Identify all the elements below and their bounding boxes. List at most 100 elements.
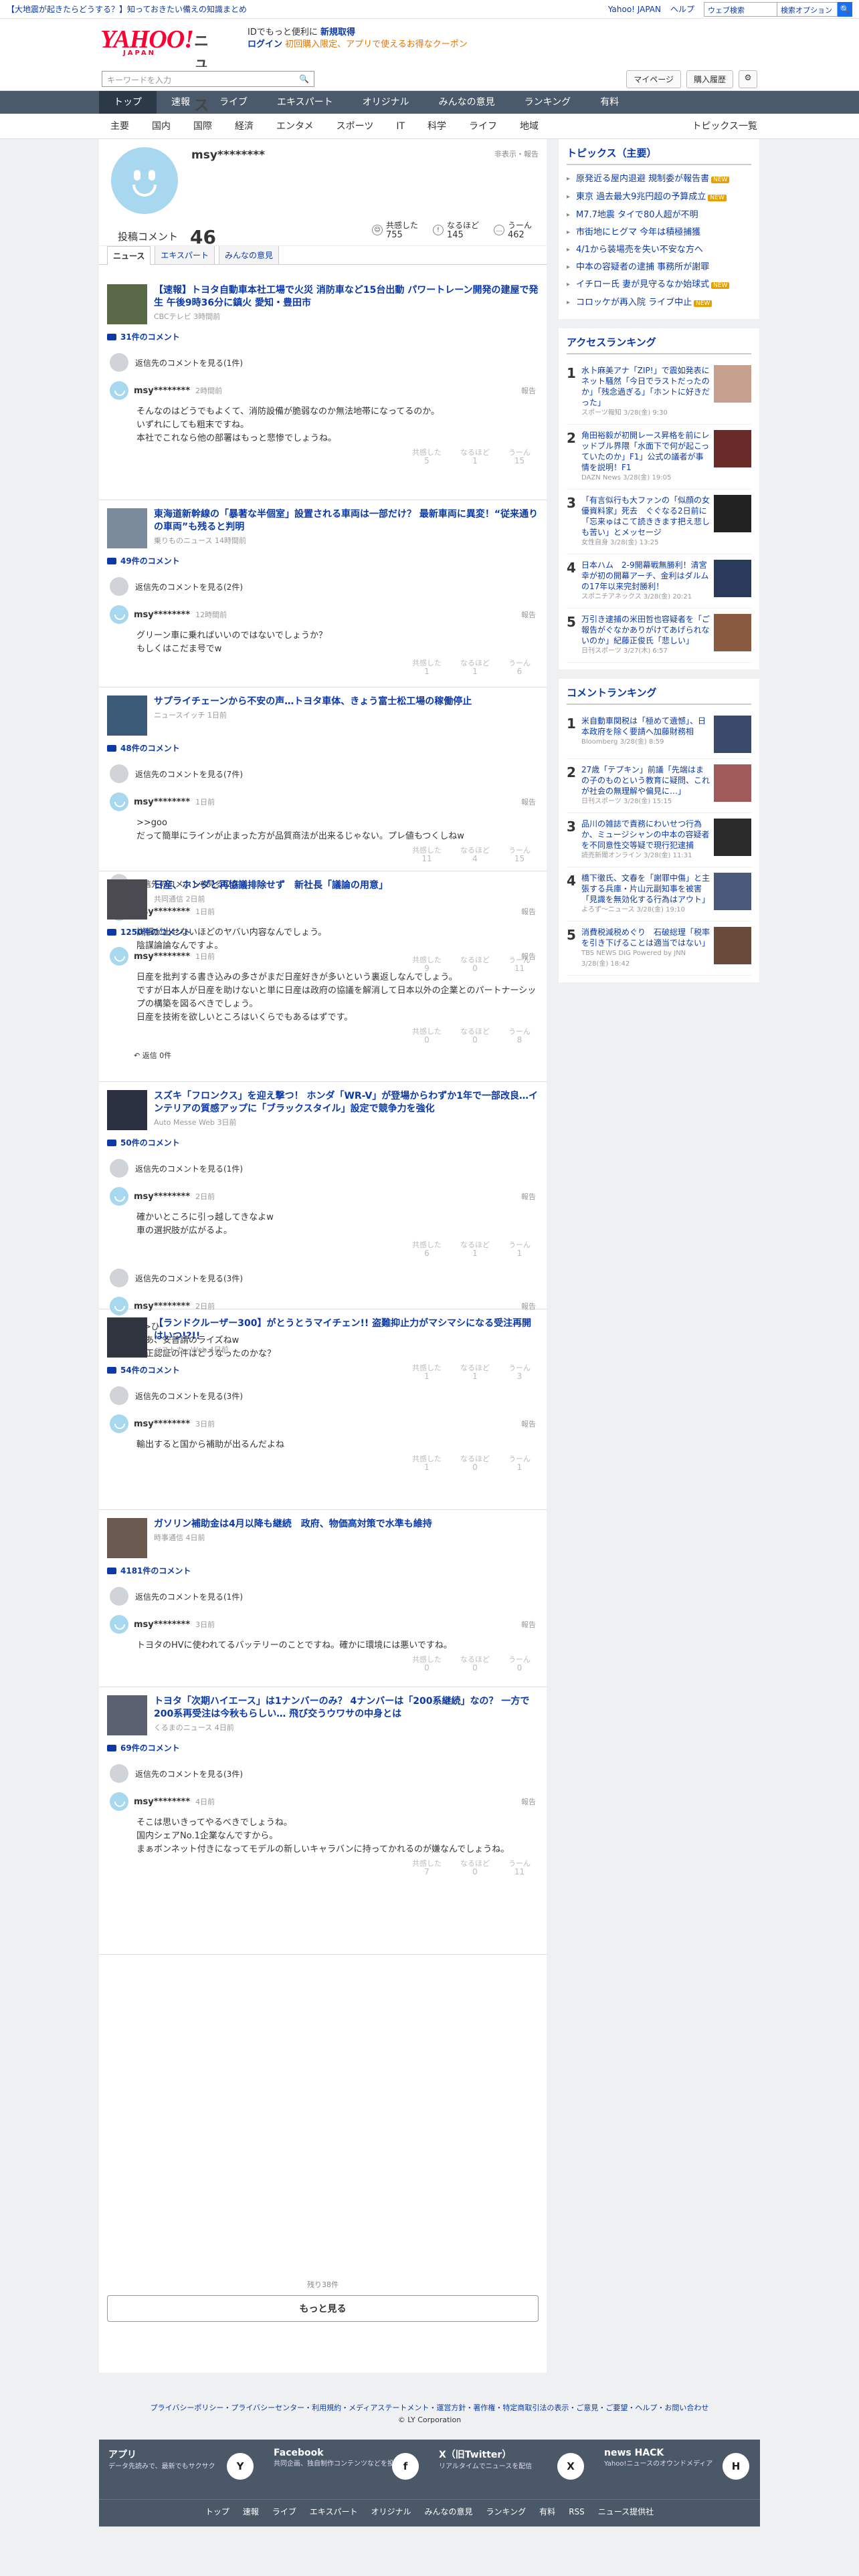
topic-item[interactable]: 4/1から装場売を失い不安な方へ [567, 241, 751, 259]
comment-count-link[interactable]: 54件のコメント [107, 1364, 539, 1376]
report-link[interactable]: 報告 [521, 1796, 536, 1807]
reaction-button[interactable]: 共感した 0 [412, 1655, 442, 1673]
article-link[interactable]: ガソリン補助金は4月以降も継続 政府、物価高対策で水準も維持 時事通信 4日前 [107, 1518, 539, 1558]
report-link[interactable]: 報告 [521, 951, 536, 962]
topic-item[interactable]: 東京 過去最大9兆円超の予算成立NEW [567, 189, 751, 207]
tab-opinion[interactable]: みんなの意見 [219, 245, 280, 264]
search-option-link[interactable]: 検索オプション [777, 1, 838, 17]
footer-link[interactable]: みんなの意見 [425, 2500, 473, 2524]
tab-news[interactable]: ニュース [107, 246, 151, 265]
comment-count-link[interactable]: 50件のコメント [107, 1137, 539, 1148]
reaction-button[interactable]: うーん 11 [508, 1859, 531, 1876]
footer-link[interactable]: 速報 [243, 2500, 259, 2524]
parent-comment-link[interactable]: 返信先のコメントを見る(2件) [107, 577, 539, 596]
comment-count-link[interactable]: 4181件のコメント [107, 1565, 539, 1576]
reaction-button[interactable]: なるほど 0 [460, 1455, 490, 1472]
promo-link[interactable]: 【大地震が起きたらどうする？】知っておきたい備えの知識まとめ [7, 3, 247, 15]
report-link[interactable]: 報告 [521, 1191, 536, 1202]
footer-link[interactable]: エキスパート [310, 2500, 358, 2524]
ranking-item[interactable]: 4 日本ハム 2-9開幕戦無勝利！清宮幸が初の開幕アーチ、金利はダルムの17年以来… [567, 554, 751, 609]
footer-link[interactable]: ランキング [486, 2500, 527, 2524]
reaction-button[interactable]: 共感した 1 [412, 1455, 442, 1472]
article-link[interactable]: サプライチェーンから不安の声…トヨタ車体、きょう富士松工場の稼働停止 ニュースイッ… [107, 695, 539, 736]
reaction-button[interactable]: なるほど 1 [460, 448, 490, 465]
gnav-top[interactable]: トップ [99, 91, 157, 114]
article-link[interactable]: 【ランドクルーザー300】がとうとうマイチェン!! 盗難抑止力がマシマシになる受… [107, 1317, 539, 1358]
comment-count-link[interactable]: 69件のコメント [107, 1742, 539, 1753]
article-title[interactable]: スズキ「フロンクス」を迎え撃つ！ ホンダ「WR-V」が登場からわずか1年で一部改… [154, 1090, 539, 1115]
gnav-live[interactable]: ライブ [205, 91, 262, 114]
article-title[interactable]: 東海道新幹線の「暴著な半個室」設置される車両は一部だけ？ 最新車両に異変！“従来… [154, 508, 539, 534]
footer-app[interactable]: Facebook 共同企画、独自制作コンテンツなどを投稿 f [264, 2440, 430, 2499]
parent-comment-link[interactable]: 返信先のコメントを見る(7件) [107, 764, 539, 783]
report-link[interactable]: 報告 [521, 609, 536, 620]
ranking-item[interactable]: 5 消費税減税めぐり 石破総理「税率を引き下げることは適当ではない」 TBS NEW… [567, 922, 751, 976]
login-link[interactable]: ログイン [248, 39, 282, 49]
footer-link[interactable]: 有料 [539, 2500, 555, 2524]
reaction-button[interactable]: うーん 0 [508, 1655, 531, 1673]
more-button[interactable]: もっと見る [107, 2295, 539, 2322]
reaction-button[interactable]: 共感した 1 [412, 659, 442, 676]
gear-icon[interactable]: ⚙ [739, 70, 757, 88]
reaction-button[interactable]: うーん 6 [508, 659, 531, 676]
reaction-button[interactable]: うーん 15 [508, 448, 531, 465]
user-name[interactable]: msy******** [134, 952, 190, 962]
parent-comment-link[interactable]: 返信先のコメントを見る(1件) [107, 1159, 539, 1178]
ranking-item[interactable]: 1 米自動車関税は「極めて遺憾」、日本政府を除く要請へ加藤財務相 Bloomberg… [567, 710, 751, 759]
gnav-opinion[interactable]: みんなの意見 [424, 91, 510, 114]
tab-expert[interactable]: エキスパート [155, 245, 215, 264]
report-link[interactable]: 報告 [521, 1418, 536, 1429]
gnav-expert[interactable]: エキスパート [262, 91, 348, 114]
yahoo-japan-link[interactable]: Yahoo! JAPAN [608, 5, 661, 14]
topic-item[interactable]: 中本の容疑者の逮捕 事務所が謝罪 [567, 259, 751, 276]
footer-link[interactable]: ライブ [272, 2500, 296, 2524]
snav-main[interactable]: 主要 [99, 114, 140, 138]
parent-comment-link[interactable]: 返信先のコメントを見る(1件) [107, 1587, 539, 1606]
snav-sports[interactable]: スポーツ [325, 114, 385, 138]
footer-app[interactable]: アプリ データ先読みで、最新でもサクサク Y [99, 2440, 264, 2499]
yahoo-news-logo[interactable]: YAHOO! JAPAN ニュース [100, 27, 209, 114]
user-name[interactable]: msy******** [134, 386, 190, 396]
ranking-item[interactable]: 5 万引き逮捕の米田哲也容疑者を「ご報告がぐなかありがけてあげられないのか」紀藤正… [567, 609, 751, 663]
help-link[interactable]: ヘルプ [670, 3, 694, 15]
article-title[interactable]: 日産、ホンダと再協議排除せず 新社長「議論の用意」 [154, 879, 388, 892]
report-link[interactable]: 報告 [521, 385, 536, 396]
parent-comment-link[interactable]: 返信先のコメントを見る(3件) [107, 1764, 539, 1783]
user-name[interactable]: msy******** [134, 1620, 190, 1630]
article-title[interactable]: サプライチェーンから不安の声…トヨタ車体、きょう富士松工場の稼働停止 [154, 695, 472, 708]
parent-comment-link[interactable]: 返信先のコメントを見る(3件) [107, 1386, 539, 1405]
user-name[interactable]: msy******** [134, 797, 190, 807]
user-name[interactable]: msy******** [134, 1192, 190, 1202]
reaction-button[interactable]: うーん 15 [508, 846, 531, 863]
snav-life[interactable]: ライフ [458, 114, 508, 138]
article-link[interactable]: トヨタ「次期ハイエース」は1ナンバーのみ？ 4ナンバーは「200系継続」なの？ … [107, 1695, 539, 1735]
article-link[interactable]: スズキ「フロンクス」を迎え撃つ！ ホンダ「WR-V」が登場からわずか1年で一部改… [107, 1090, 539, 1130]
ranking-item[interactable]: 3 「有言似行も大ファンの「似顔の女優資料家」死去 ぐぐなる2日前に「忘来ゅはこて… [567, 490, 751, 554]
gnav-original[interactable]: オリジナル [348, 91, 424, 114]
coupon-link[interactable]: 初回購入限定、アプリで使えるお得なクーポン [285, 39, 468, 49]
ranking-item[interactable]: 2 27歳「テプキン」前議「先端はまの子のものという教育に疑問、これが社会の無理解… [567, 759, 751, 813]
parent-comment-link[interactable]: 返信先のコメントを見る(1件) [107, 353, 539, 372]
article-title[interactable]: トヨタ「次期ハイエース」は1ナンバーのみ？ 4ナンバーは「200系継続」なの？ … [154, 1695, 539, 1721]
article-title[interactable]: ガソリン補助金は4月以降も継続 政府、物価高対策で水準も維持 [154, 1518, 432, 1531]
topic-item[interactable]: M7.7地震 タイで80人超が不明 [567, 207, 751, 224]
snav-world[interactable]: 国際 [182, 114, 223, 138]
keyword-input[interactable]: キーワードを入力 🔍 [102, 71, 314, 87]
comment-count-link[interactable]: 49件のコメント [107, 555, 539, 566]
topic-item[interactable]: イチロー氏 妻が見守るなか始球式NEW [567, 276, 751, 294]
comment-count-link[interactable]: 1250件のコメント [107, 926, 539, 938]
article-link[interactable]: 日産、ホンダと再協議排除せず 新社長「議論の用意」 共同通信 2日前 [107, 879, 539, 920]
reaction-button[interactable]: なるほど 1 [460, 1241, 490, 1258]
ranking-item[interactable]: 3 品川の雑誌で責務にわいせつ行為か、ミュージシャンの中本の容疑者を不同意性交等疑… [567, 813, 751, 867]
reaction-button[interactable]: うーん 8 [508, 1027, 531, 1045]
reaction-button[interactable]: なるほど 0 [460, 1859, 490, 1876]
web-search-input[interactable]: ウェブ検索 [704, 1, 777, 17]
reaction-button[interactable]: うーん 1 [508, 1241, 531, 1258]
reaction-button[interactable]: 共感した 6 [412, 1241, 442, 1258]
footer-link[interactable]: ニュース提供社 [598, 2500, 654, 2524]
topics-list-link[interactable]: トピックス一覧 [692, 114, 757, 139]
reaction-button[interactable]: 共感した 0 [412, 1027, 442, 1045]
topic-item[interactable]: 市街地にヒグマ 今年は積極捕獲 [567, 224, 751, 241]
parent-comment-link[interactable]: 返信先のコメントを見る(3件) [107, 1269, 539, 1287]
snav-domestic[interactable]: 国内 [140, 114, 182, 138]
